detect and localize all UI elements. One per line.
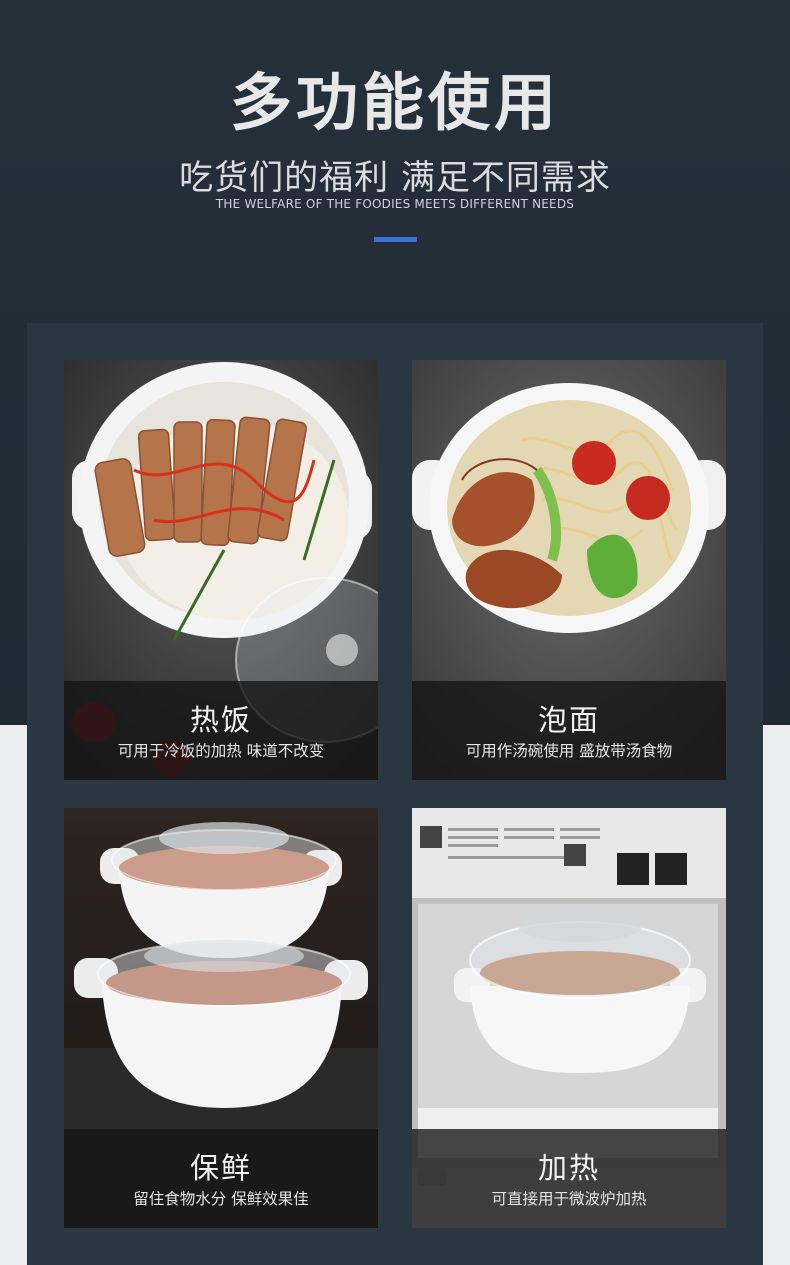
feature-card-keep-fresh: 保鲜 留住食物水分 保鲜效果佳 <box>64 808 378 1228</box>
noodles-title: 泡面 <box>537 703 600 737</box>
feature-card-reheat: 热饭 可用于冷饭的加热 味道不改变 <box>64 360 378 780</box>
feature-card-microwave: 加热 可直接用于微波炉加热 <box>412 808 726 1228</box>
reheat-title: 热饭 <box>189 703 252 737</box>
keep-fresh-description: 留住食物水分 保鲜效果佳 <box>133 1190 309 1208</box>
feature-card-noodles: 泡面 可用作汤碗使用 盛放带汤食物 <box>412 360 726 780</box>
reheat-description: 可用于冷饭的加热 味道不改变 <box>117 742 325 760</box>
noodles-caption: 泡面 可用作汤碗使用 盛放带汤食物 <box>412 681 726 780</box>
microwave-caption: 加热 可直接用于微波炉加热 <box>412 1129 726 1228</box>
microwave-title: 加热 <box>537 1151 600 1185</box>
page-subtitle-english: THE WELFARE OF THE FOODIES MEETS DIFFERE… <box>215 197 575 211</box>
page-title: 多功能使用 <box>229 66 560 139</box>
feature-panel: 热饭 可用于冷饭的加热 味道不改变 泡面 可用作汤碗使用 盛放带汤食物 保鲜 留… <box>27 323 763 1265</box>
page-subtitle: 吃货们的福利 满足不同需求 <box>179 158 611 198</box>
keep-fresh-title: 保鲜 <box>189 1151 252 1185</box>
keep-fresh-caption: 保鲜 留住食物水分 保鲜效果佳 <box>64 1129 378 1228</box>
accent-divider <box>374 237 417 242</box>
noodles-description: 可用作汤碗使用 盛放带汤食物 <box>465 742 673 760</box>
reheat-caption: 热饭 可用于冷饭的加热 味道不改变 <box>64 681 378 780</box>
microwave-description: 可直接用于微波炉加热 <box>491 1190 647 1208</box>
